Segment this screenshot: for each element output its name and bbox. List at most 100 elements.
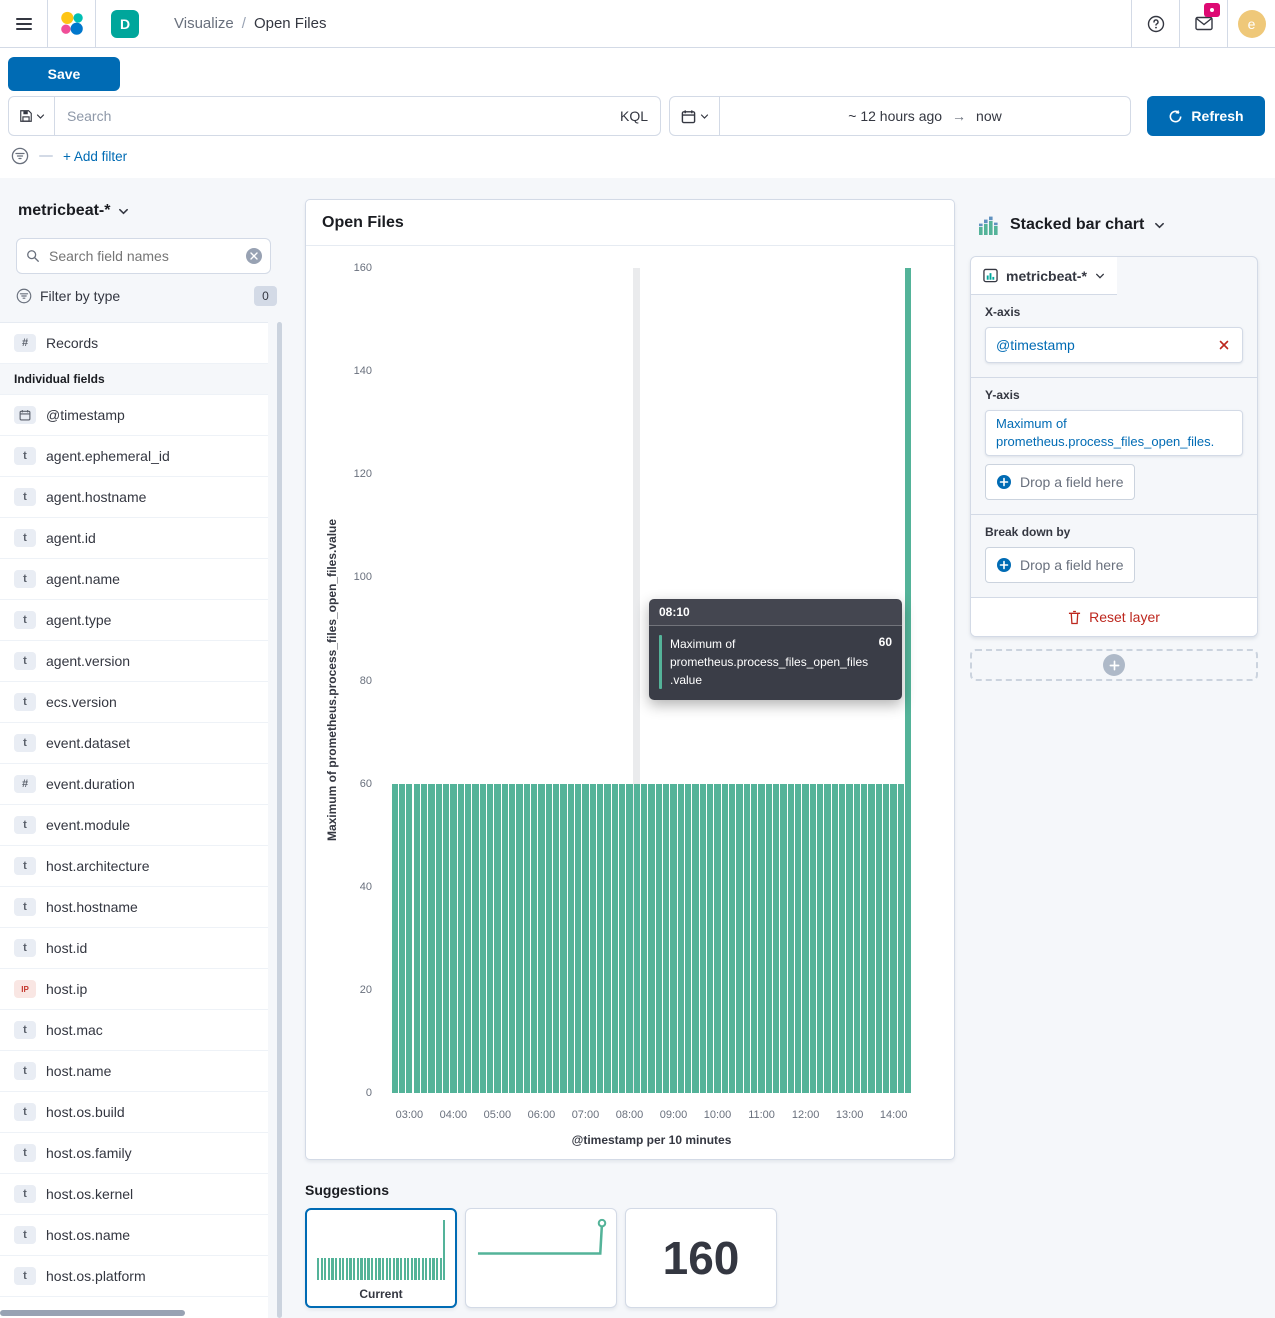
chart-bar[interactable] bbox=[575, 784, 581, 1093]
chart-bar[interactable] bbox=[868, 784, 874, 1093]
chart-bar[interactable] bbox=[766, 784, 772, 1093]
add-filter-link[interactable]: + Add filter bbox=[63, 149, 127, 164]
chart-bar[interactable] bbox=[582, 784, 588, 1093]
vertical-scrollbar[interactable] bbox=[277, 322, 282, 1318]
time-to[interactable]: now bbox=[976, 108, 1002, 124]
chart-bar[interactable] bbox=[663, 784, 669, 1093]
plot-area[interactable]: 08:10 Maximum of prometheus.process_file… bbox=[391, 268, 912, 1093]
chart-bar[interactable] bbox=[678, 784, 684, 1093]
x-dimension-pill[interactable]: @timestamp bbox=[985, 327, 1243, 363]
user-menu-button[interactable]: e bbox=[1227, 0, 1275, 48]
chart-bar[interactable] bbox=[802, 784, 808, 1093]
chart-bar[interactable] bbox=[590, 784, 596, 1093]
chart-bar[interactable] bbox=[480, 784, 486, 1093]
field-item[interactable]: tagent.name bbox=[0, 559, 268, 600]
chart-bar[interactable] bbox=[692, 784, 698, 1093]
field-item[interactable]: tagent.hostname bbox=[0, 477, 268, 518]
field-item[interactable]: thost.id bbox=[0, 928, 268, 969]
field-item[interactable]: thost.name bbox=[0, 1051, 268, 1092]
breadcrumb-visualize[interactable]: Visualize bbox=[174, 15, 234, 32]
chart-bar[interactable] bbox=[641, 784, 647, 1093]
chart-bar[interactable] bbox=[788, 784, 794, 1093]
chart-bar[interactable] bbox=[670, 784, 676, 1093]
save-button[interactable]: Save bbox=[8, 57, 120, 91]
chart-bar[interactable] bbox=[399, 784, 405, 1093]
field-item[interactable]: thost.os.platform bbox=[0, 1256, 268, 1297]
chart-bar[interactable] bbox=[714, 784, 720, 1093]
chart-bar[interactable] bbox=[854, 784, 860, 1093]
field-item[interactable]: tevent.module bbox=[0, 805, 268, 846]
field-item[interactable]: thost.os.name bbox=[0, 1215, 268, 1256]
chart-bar[interactable] bbox=[421, 784, 427, 1093]
chart-bar[interactable] bbox=[648, 784, 654, 1093]
chart-bar[interactable] bbox=[824, 784, 830, 1093]
chart-bar[interactable] bbox=[428, 784, 434, 1093]
chart-bar[interactable] bbox=[553, 784, 559, 1093]
chart-bar[interactable] bbox=[612, 784, 618, 1093]
chart-bar[interactable] bbox=[685, 784, 691, 1093]
chart-bar[interactable] bbox=[700, 784, 706, 1093]
field-item-records[interactable]: # Records bbox=[0, 323, 268, 364]
suggestion-line-chart[interactable] bbox=[465, 1208, 617, 1308]
chart-bar[interactable] bbox=[568, 784, 574, 1093]
chart-bar[interactable] bbox=[406, 784, 412, 1093]
chart-bar[interactable] bbox=[780, 784, 786, 1093]
elastic-logo[interactable] bbox=[48, 0, 96, 48]
refresh-button[interactable]: Refresh bbox=[1147, 96, 1265, 136]
horizontal-scrollbar[interactable] bbox=[0, 1310, 185, 1316]
chart-bar[interactable] bbox=[817, 784, 823, 1093]
chart-bar[interactable] bbox=[443, 784, 449, 1093]
chart-bar[interactable] bbox=[773, 784, 779, 1093]
break-down-drop-target[interactable]: Drop a field here bbox=[985, 547, 1135, 583]
suggestion-metric[interactable]: 160 bbox=[625, 1208, 777, 1308]
index-pattern-switcher[interactable]: metricbeat-* bbox=[18, 202, 129, 220]
chart-bar[interactable] bbox=[604, 784, 610, 1093]
y-axis-drop-target[interactable]: Drop a field here bbox=[985, 464, 1135, 500]
field-item[interactable]: thost.os.family bbox=[0, 1133, 268, 1174]
chart-bar[interactable] bbox=[890, 784, 896, 1093]
time-from[interactable]: ~ 12 hours ago bbox=[848, 108, 942, 124]
filter-by-type-button[interactable]: Filter by type 0 bbox=[16, 286, 277, 306]
chart-bar[interactable] bbox=[450, 784, 456, 1093]
chart-bar[interactable] bbox=[707, 784, 713, 1093]
chart-bar[interactable] bbox=[502, 784, 508, 1093]
saved-query-button[interactable] bbox=[9, 97, 55, 135]
field-item[interactable]: tagent.version bbox=[0, 641, 268, 682]
field-item[interactable]: #event.duration bbox=[0, 764, 268, 805]
chart-type-switcher[interactable]: Stacked bar chart bbox=[970, 212, 1165, 238]
chart-bar[interactable] bbox=[465, 784, 471, 1093]
chart-bar[interactable] bbox=[516, 784, 522, 1093]
chart-bar[interactable] bbox=[839, 784, 845, 1093]
field-item[interactable]: tagent.type bbox=[0, 600, 268, 641]
field-item[interactable]: thost.hostname bbox=[0, 887, 268, 928]
field-item[interactable]: thost.os.build bbox=[0, 1092, 268, 1133]
suggestion-current[interactable]: Current bbox=[305, 1208, 457, 1308]
chart-bar[interactable] bbox=[597, 784, 603, 1093]
chart-bar[interactable] bbox=[751, 784, 757, 1093]
reset-layer-button[interactable]: Reset layer bbox=[971, 598, 1257, 636]
chart-bar[interactable] bbox=[546, 784, 552, 1093]
chart-bar[interactable] bbox=[509, 784, 515, 1093]
chart-bar[interactable] bbox=[472, 784, 478, 1093]
chart-bar[interactable] bbox=[744, 784, 750, 1093]
space-selector[interactable]: D bbox=[96, 0, 154, 48]
chart-bar[interactable] bbox=[758, 784, 764, 1093]
chart-bar[interactable] bbox=[634, 784, 640, 1093]
chart-bar[interactable] bbox=[524, 784, 530, 1093]
chart-bar[interactable] bbox=[905, 268, 911, 1093]
chart-bar[interactable] bbox=[494, 784, 500, 1093]
time-range[interactable]: ~ 12 hours ago → now bbox=[720, 108, 1130, 124]
chart-bar[interactable] bbox=[626, 784, 632, 1093]
field-item[interactable]: IPhost.ip bbox=[0, 969, 268, 1010]
chart-bar[interactable] bbox=[861, 784, 867, 1093]
help-button[interactable] bbox=[1131, 0, 1179, 48]
field-item[interactable]: @timestamp bbox=[0, 395, 268, 436]
y-dimension-pill[interactable]: Maximum of prometheus.process_files_open… bbox=[985, 410, 1243, 456]
chart-bar[interactable] bbox=[414, 784, 420, 1093]
chart-bar[interactable] bbox=[898, 784, 904, 1093]
chart-bar[interactable] bbox=[656, 784, 662, 1093]
field-item[interactable]: tagent.ephemeral_id bbox=[0, 436, 268, 477]
field-item[interactable]: tecs.version bbox=[0, 682, 268, 723]
field-item[interactable]: thost.os.kernel bbox=[0, 1174, 268, 1215]
add-layer-button[interactable] bbox=[1103, 654, 1125, 676]
